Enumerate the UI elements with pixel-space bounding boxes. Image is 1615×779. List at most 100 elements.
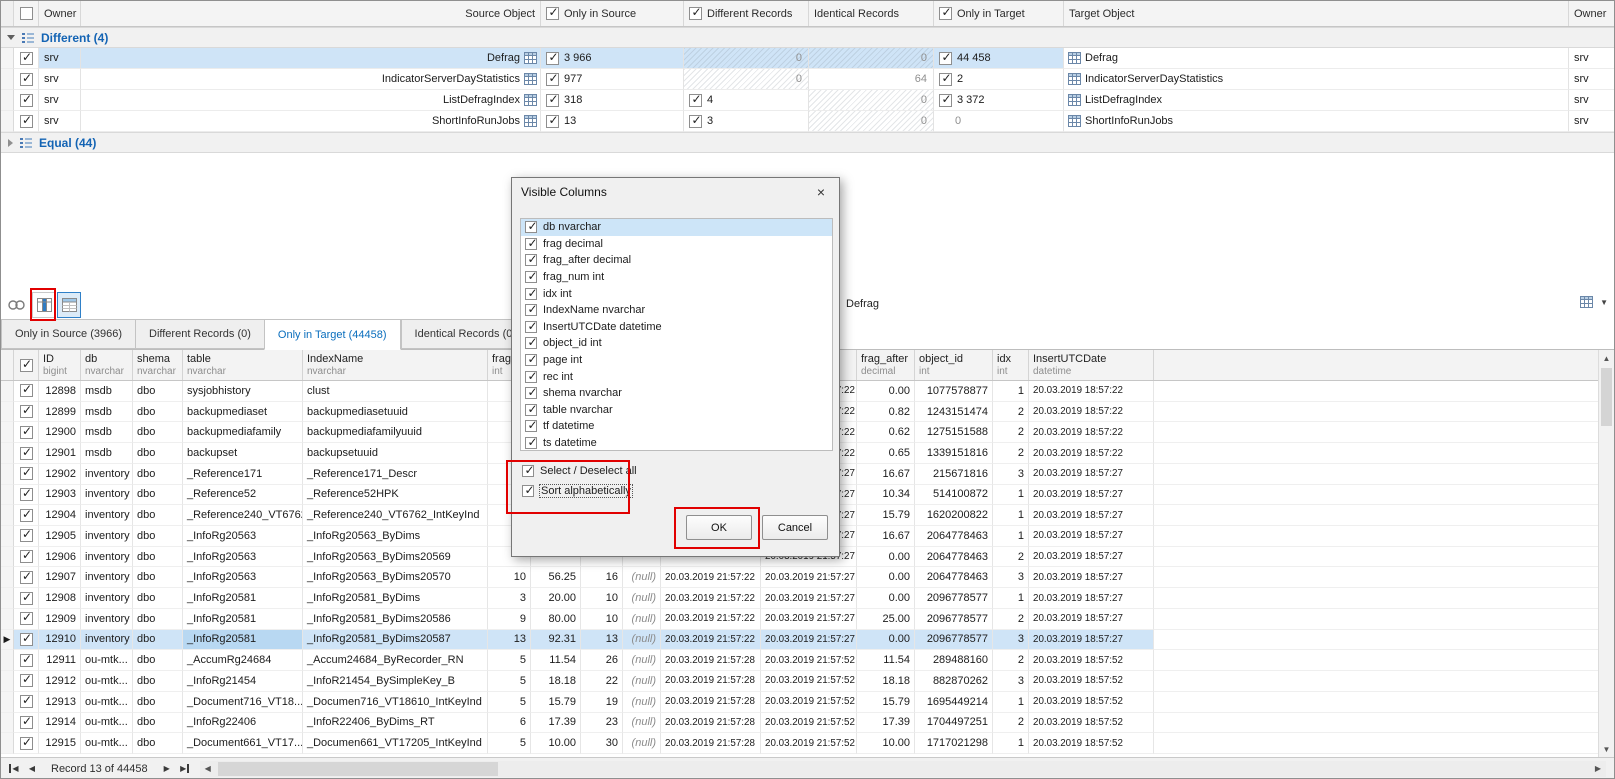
select-all-checkbox[interactable] (19, 7, 33, 20)
cell-IndexName[interactable]: backupsetuuid (303, 443, 488, 464)
cell-frag_num[interactable]: 5 (488, 733, 531, 754)
sync-icon[interactable] (7, 298, 26, 315)
cell-ID[interactable]: 12915 (39, 733, 81, 754)
row-checkbox[interactable] (19, 631, 35, 646)
column-checkbox[interactable] (525, 219, 540, 234)
owner-cell[interactable]: srv (39, 69, 81, 90)
row-checkbox[interactable] (19, 507, 35, 522)
cell-object_id[interactable]: 1275151588 (915, 422, 993, 444)
column-visibility-item[interactable]: shema nvarchar (521, 385, 832, 402)
owner-cell[interactable]: srv (1569, 90, 1614, 111)
cell-frag[interactable]: 80.00 (531, 608, 581, 630)
cell-frag_after[interactable]: 0.00 (857, 567, 915, 589)
cell-page[interactable]: 22 (581, 671, 623, 692)
cell-tf[interactable]: 20.03.2019 21:57:28 (661, 691, 761, 713)
cell-object_id[interactable]: 1695449214 (915, 691, 993, 713)
horizontal-scrollbar[interactable]: ◀ ▶ (199, 760, 1606, 777)
cell-shema[interactable]: dbo (133, 505, 183, 527)
cell-ID[interactable]: 12907 (39, 567, 81, 589)
cell-tf[interactable]: 20.03.2019 21:57:28 (661, 671, 761, 692)
cell-table[interactable]: _Reference171 (183, 463, 303, 485)
owner-column-header[interactable]: Owner (39, 1, 81, 26)
cell-ID[interactable]: 12909 (39, 608, 81, 630)
cell-frag_num[interactable]: 10 (488, 567, 531, 589)
sort-alphabetically-checkbox[interactable] (522, 483, 537, 497)
cell-tf[interactable]: 20.03.2019 21:57:28 (661, 650, 761, 672)
tab-only-in-target[interactable]: Only in Target (44458) (263, 319, 401, 350)
cell-shema[interactable]: dbo (133, 422, 183, 444)
cell-shema[interactable]: dbo (133, 629, 183, 651)
cell-shema[interactable]: dbo (133, 546, 183, 568)
source-object-cell[interactable]: ShortInfoRunJobs (81, 111, 541, 132)
column-visibility-item[interactable]: object_id int (521, 335, 832, 352)
group-row-equal[interactable]: Equal (44) (1, 132, 1614, 153)
cell-frag[interactable]: 56.25 (531, 567, 581, 589)
cell-shema[interactable]: dbo (133, 712, 183, 734)
cell-ID[interactable]: 12904 (39, 505, 81, 527)
column-checkbox[interactable] (525, 352, 540, 367)
cell-ID[interactable]: 12912 (39, 671, 81, 692)
owner-right-column-header[interactable]: Owner (1569, 1, 1614, 26)
different-records-checkbox[interactable] (689, 5, 704, 20)
cell-frag_after[interactable]: 15.79 (857, 505, 915, 527)
cell-InsertUTCDate[interactable]: 20.03.2019 18:57:22 (1029, 401, 1154, 423)
cell-object_id[interactable]: 1620200822 (915, 505, 993, 527)
column-checkbox[interactable] (525, 418, 540, 433)
cell-db[interactable]: ou-mtk... (81, 671, 133, 692)
cell-table[interactable]: _InfoRg22406 (183, 712, 303, 734)
cell-db[interactable]: inventory (81, 567, 133, 589)
cell-InsertUTCDate[interactable]: 20.03.2019 18:57:22 (1029, 443, 1154, 464)
scroll-down-icon[interactable]: ▼ (1599, 741, 1614, 757)
cell-idx[interactable]: 1 (993, 505, 1029, 527)
cell-InsertUTCDate[interactable]: 20.03.2019 18:57:22 (1029, 381, 1154, 402)
cell-InsertUTCDate[interactable]: 20.03.2019 18:57:27 (1029, 463, 1154, 485)
table-row[interactable]: 12912ou-mtk...dbo_InfoRg21454_InfoR21454… (1, 671, 1600, 692)
cell-table[interactable]: _Reference240_VT6762 (183, 505, 303, 527)
cell-shema[interactable]: dbo (133, 443, 183, 464)
column-visibility-item[interactable]: frag decimal (521, 236, 832, 253)
cell-db[interactable]: ou-mtk... (81, 733, 133, 754)
different-records-cell[interactable]: 3 (684, 111, 809, 132)
identical-records-cell[interactable]: 64 (809, 69, 934, 90)
column-visibility-item[interactable]: idx int (521, 285, 832, 302)
only-in-target-checkbox[interactable] (939, 50, 954, 65)
cell-table[interactable]: _InfoRg20581 (183, 608, 303, 630)
cell-ID[interactable]: 12910 (39, 629, 81, 651)
cell-db[interactable]: inventory (81, 588, 133, 609)
grid-view-button[interactable] (57, 292, 81, 318)
column-checkbox[interactable] (525, 286, 540, 300)
cell-ID[interactable]: 12913 (39, 691, 81, 713)
cell-ts[interactable]: 20.03.2019 21:57:52 (761, 691, 857, 713)
cell-rec[interactable]: (null) (623, 733, 661, 754)
cell-shema[interactable]: dbo (133, 567, 183, 589)
cell-IndexName[interactable]: _Documen661_VT17205_IntKeyInd (303, 733, 488, 754)
row-checkbox[interactable] (19, 652, 35, 667)
column-header-frag_after[interactable]: frag_after decimal (857, 350, 915, 380)
identical-records-cell[interactable]: 0 (809, 90, 934, 111)
cell-page[interactable]: 19 (581, 691, 623, 713)
cell-ts[interactable]: 20.03.2019 21:57:27 (761, 567, 857, 589)
only-in-target-cell[interactable]: 44 458 (934, 48, 1064, 69)
cell-ID[interactable]: 12908 (39, 588, 81, 609)
cell-ID[interactable]: 12902 (39, 463, 81, 485)
only-in-target-column-header[interactable]: Only in Target (934, 1, 1064, 26)
cell-idx[interactable]: 1 (993, 484, 1029, 506)
select-all-rows-checkbox[interactable] (19, 357, 35, 372)
column-visibility-item[interactable]: table nvarchar (521, 402, 832, 419)
cell-ts[interactable]: 20.03.2019 21:57:27 (761, 608, 857, 630)
cell-frag_after[interactable]: 15.79 (857, 691, 915, 713)
cell-table[interactable]: _InfoRg20563 (183, 546, 303, 568)
cell-ID[interactable]: 12905 (39, 526, 81, 547)
nav-next-button[interactable]: ▶ (158, 761, 176, 777)
cell-db[interactable]: inventory (81, 629, 133, 651)
cell-ID[interactable]: 12903 (39, 484, 81, 506)
cell-shema[interactable]: dbo (133, 526, 183, 547)
column-checkbox[interactable] (525, 269, 540, 284)
table-row[interactable]: 12914ou-mtk...dbo_InfoRg22406_InfoR22406… (1, 712, 1600, 734)
column-checkbox[interactable] (525, 435, 540, 450)
cell-idx[interactable]: 1 (993, 526, 1029, 547)
cell-table[interactable]: sysjobhistory (183, 381, 303, 402)
owner-cell[interactable]: srv (39, 90, 81, 111)
cell-frag[interactable]: 11.54 (531, 650, 581, 672)
cell-InsertUTCDate[interactable]: 20.03.2019 18:57:27 (1029, 505, 1154, 527)
